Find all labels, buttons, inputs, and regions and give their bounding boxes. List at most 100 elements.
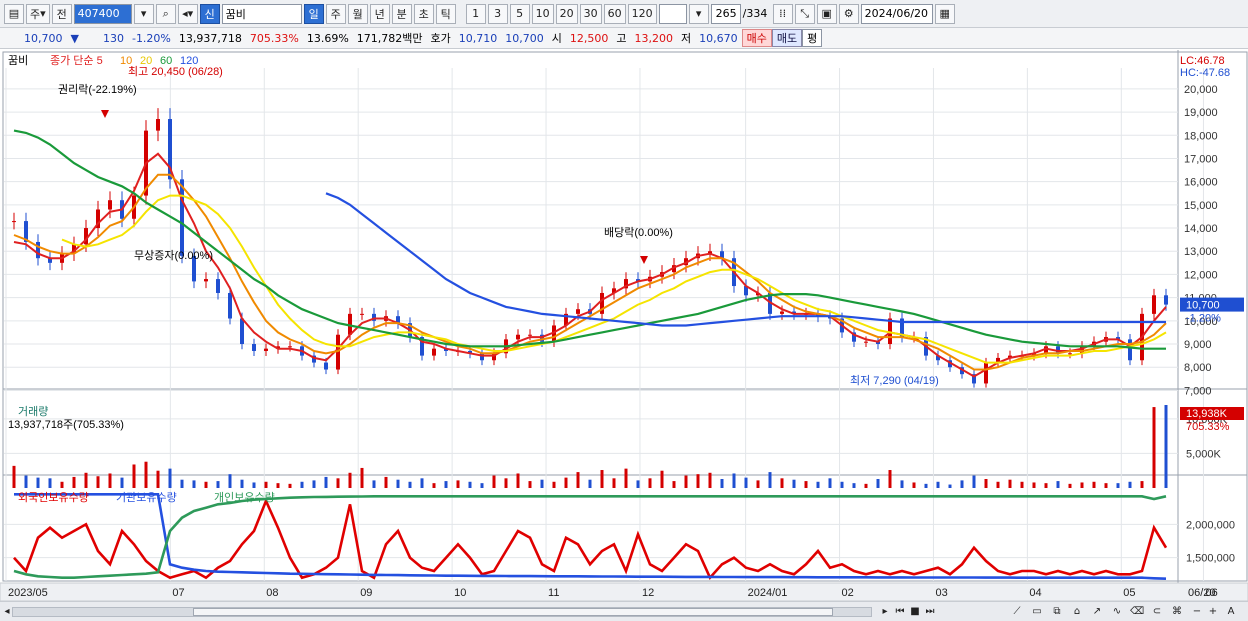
volume-bar	[768, 472, 772, 488]
volume-bar	[588, 479, 592, 488]
candle-body	[156, 119, 160, 131]
calendar-icon[interactable]: ▦	[934, 3, 955, 24]
market-badge: 신	[199, 3, 220, 24]
gear-icon[interactable]: ⚙	[838, 3, 859, 24]
volume-title: 거래량	[18, 405, 48, 418]
eraser-icon[interactable]: ⌫	[1130, 604, 1144, 619]
price-tick-label: 13,000	[1184, 246, 1218, 258]
volume-bar	[936, 481, 940, 488]
draw-curve-icon[interactable]: ∿	[1110, 604, 1124, 619]
volume-bar	[312, 480, 316, 488]
play-icon[interactable]: ▸	[878, 604, 892, 619]
volume-tick-label: 5,000K	[1186, 448, 1222, 460]
tab-year[interactable]: 년	[369, 3, 390, 24]
interval-20[interactable]: 20	[555, 3, 578, 24]
interval-60[interactable]: 60	[603, 3, 626, 24]
volume-bar	[1032, 482, 1036, 488]
volume-bar	[660, 470, 664, 488]
zoom-in-icon[interactable]: +	[1206, 604, 1220, 619]
volume-bar	[72, 476, 76, 488]
volume-bar	[576, 472, 580, 488]
save-icon[interactable]: ▣	[816, 3, 837, 24]
draw-arrow-icon[interactable]: ↗	[1090, 604, 1104, 619]
interval-120[interactable]: 120	[627, 3, 657, 24]
count-total: /334	[742, 7, 768, 20]
stock-name-field[interactable]: 꿈비	[221, 3, 302, 24]
grid-icon[interactable]: ⁞⁞	[772, 3, 793, 24]
interval-dropdown-icon[interactable]: ▾	[688, 3, 709, 24]
search-icon[interactable]: ⌕	[155, 3, 176, 24]
draw-text-icon[interactable]: ⌂	[1070, 604, 1084, 619]
candle-body	[780, 311, 784, 314]
tab-minute[interactable]: 분	[391, 3, 412, 24]
price-tick-label: 17,000	[1184, 153, 1218, 165]
volume-ratio: 705.33%	[249, 31, 299, 45]
stop-icon[interactable]: ■	[908, 604, 922, 619]
forward-icon[interactable]: ⏭	[923, 604, 937, 619]
high-annotation: 최고 20,450 (06/28)	[128, 65, 223, 78]
interval-30[interactable]: 30	[579, 3, 602, 24]
rights-annotation: 권리락(-22.19%)	[58, 83, 137, 96]
magnet-icon[interactable]: ⊂	[1150, 604, 1164, 619]
last-price-label: 10,700	[1186, 300, 1220, 312]
link-icon[interactable]: ⌘	[1170, 604, 1184, 619]
down-triangle-icon: ▼	[70, 31, 79, 45]
volume-bar	[432, 483, 436, 488]
buy-button[interactable]: 매수	[741, 29, 772, 47]
draw-line-icon[interactable]: ⟋	[1010, 604, 1024, 619]
font-size-icon[interactable]: A	[1224, 604, 1238, 619]
interval-1[interactable]: 1	[465, 3, 486, 24]
volume-bar	[384, 476, 388, 488]
volume-bar	[240, 479, 244, 488]
candle-body	[204, 279, 208, 282]
volume-bar	[948, 484, 952, 488]
stock-code-input[interactable]: 407400	[73, 3, 132, 24]
interval-10[interactable]: 10	[531, 3, 554, 24]
candle-body	[984, 362, 988, 384]
volume-bar	[480, 483, 484, 488]
tab-tick[interactable]: 틱	[435, 3, 456, 24]
x-tick-label: 11	[548, 587, 559, 599]
dividend-annotation: 배당락(0.00%)	[604, 226, 673, 239]
code-dropdown-icon[interactable]: ▾	[133, 3, 154, 24]
volume-bar	[528, 481, 532, 488]
volume-bar	[756, 480, 760, 488]
prev-button-label: 전	[56, 7, 67, 21]
period-select[interactable]: 주 ▾	[26, 3, 50, 24]
sell-button[interactable]: 매도	[771, 29, 803, 47]
volume-bar	[1104, 483, 1108, 488]
volume-bar	[288, 483, 292, 488]
price-chart-title: 꿈비	[8, 54, 28, 67]
zoom-out-icon[interactable]: −	[1190, 604, 1204, 619]
date-input[interactable]: 2024/06/20	[860, 3, 933, 24]
tab-day[interactable]: 일	[303, 3, 324, 24]
scrollbar-track[interactable]	[12, 607, 872, 617]
chart-menu-icon[interactable]: ▤	[4, 3, 24, 24]
volume-bar	[780, 478, 784, 488]
volume-bar	[324, 476, 328, 488]
chart-canvas[interactable]: 20,000 19,000 18,000 17,000 16,000 15,000 14,0…	[0, 50, 1248, 601]
volume-bar	[696, 474, 700, 488]
candle-body	[1128, 339, 1132, 361]
candle-body	[36, 241, 40, 259]
tab-week[interactable]: 주	[325, 3, 346, 24]
tab-second[interactable]: 초	[413, 3, 434, 24]
flat-button[interactable]: 평	[802, 29, 823, 47]
candle-body	[324, 362, 328, 370]
interval-3[interactable]: 3	[487, 3, 508, 24]
speaker-icon[interactable]: ◂▾	[177, 3, 198, 24]
rewind-icon[interactable]: ⏮	[893, 604, 907, 619]
candle-body	[240, 318, 244, 345]
price-tick-label: 12,000	[1184, 269, 1218, 281]
scrollbar-thumb[interactable]	[193, 608, 833, 616]
cross-icon[interactable]: ⤡	[794, 3, 815, 24]
draw-box-icon[interactable]: ▭	[1030, 604, 1044, 619]
x-tick-label: 12	[642, 587, 654, 599]
tab-month[interactable]: 월	[347, 3, 368, 24]
interval-5[interactable]: 5	[509, 3, 530, 24]
draw-fibo-icon[interactable]: ⧉	[1050, 604, 1064, 619]
prev-button[interactable]: 전	[51, 3, 72, 24]
volume-bar	[912, 482, 916, 488]
interval-custom-input[interactable]	[658, 3, 687, 24]
count-input[interactable]: 265	[710, 3, 741, 24]
